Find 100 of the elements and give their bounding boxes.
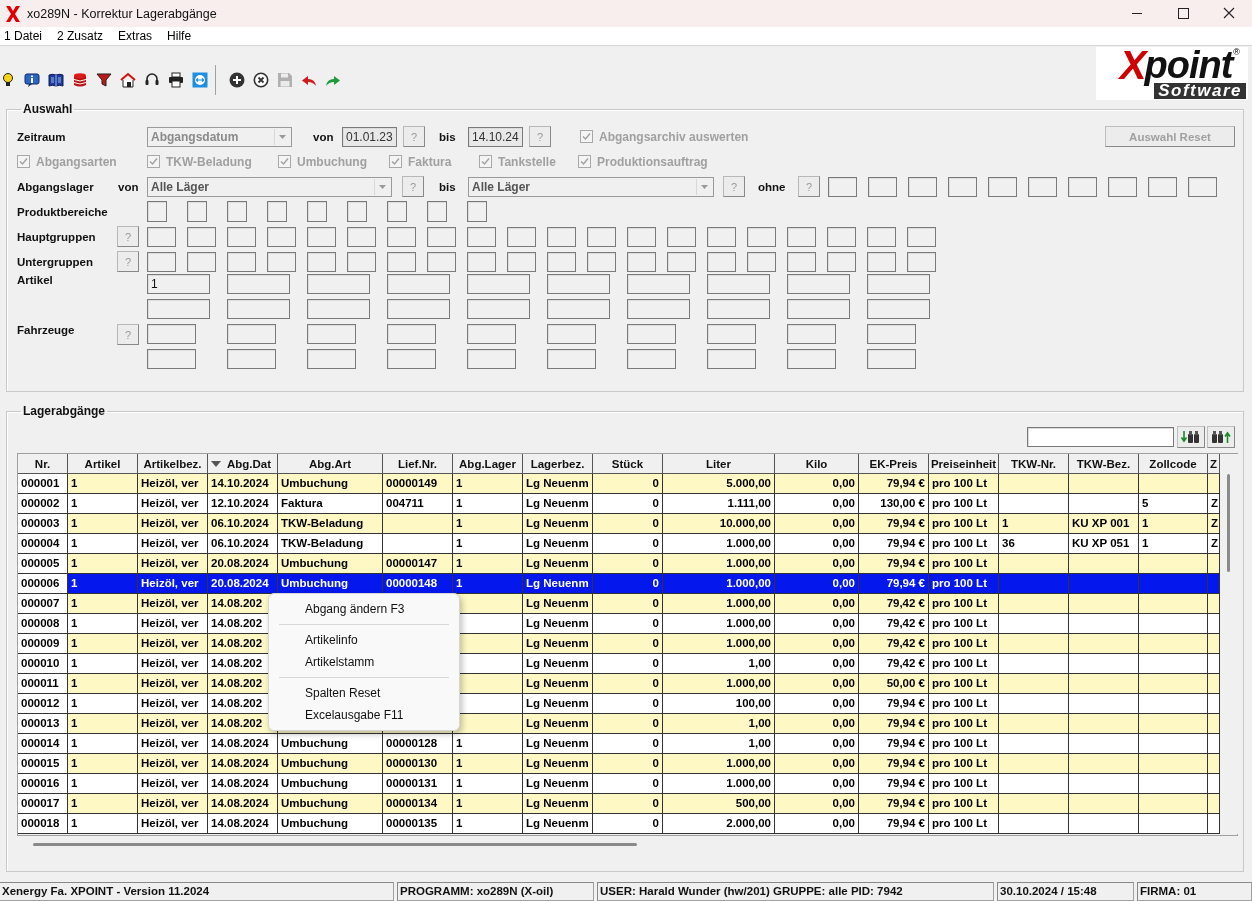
input-field[interactable] — [547, 251, 576, 272]
column-header[interactable]: Z — [1208, 454, 1220, 474]
input-field[interactable] — [307, 274, 370, 294]
column-header[interactable]: Lief.Nr. — [383, 454, 453, 474]
column-header[interactable]: TKW-Nr. — [999, 454, 1069, 474]
input-field[interactable] — [467, 299, 530, 319]
input-field[interactable] — [747, 226, 776, 247]
input-field[interactable] — [867, 274, 930, 294]
input-field[interactable] — [907, 226, 936, 247]
input-field[interactable] — [627, 324, 676, 344]
input-field[interactable] — [387, 251, 416, 272]
book-icon[interactable] — [48, 72, 64, 88]
input-field[interactable] — [147, 299, 210, 319]
input-field[interactable] — [387, 226, 416, 247]
input-field[interactable] — [707, 274, 770, 294]
arrows-square-icon[interactable] — [192, 72, 208, 88]
input-field[interactable] — [307, 251, 336, 272]
input-field[interactable] — [347, 226, 376, 247]
funnel-icon[interactable] — [96, 72, 112, 88]
input-field[interactable] — [787, 349, 836, 369]
input-field[interactable] — [387, 274, 450, 294]
input-field[interactable] — [307, 226, 336, 247]
input-field[interactable] — [707, 324, 756, 344]
menu-item[interactable]: 2 Zusatz — [56, 29, 105, 43]
input-field[interactable] — [787, 299, 850, 319]
scrollbar-thumb[interactable] — [33, 843, 637, 846]
input-field[interactable]: 1 — [147, 274, 210, 294]
input-field[interactable] — [707, 226, 736, 247]
input-field[interactable] — [187, 201, 207, 222]
input-field[interactable] — [787, 226, 816, 247]
database-icon[interactable] — [72, 72, 88, 88]
column-header[interactable]: EK-Preis — [859, 454, 929, 474]
input-field[interactable] — [387, 299, 450, 319]
input-field[interactable] — [467, 201, 487, 222]
input-field[interactable] — [787, 274, 850, 294]
input-field[interactable] — [147, 349, 196, 369]
column-header[interactable]: Artikel — [68, 454, 138, 474]
input-field[interactable] — [627, 251, 656, 272]
input-field[interactable] — [307, 299, 370, 319]
input-field[interactable] — [227, 226, 256, 247]
lightbulb-icon[interactable] — [0, 72, 16, 88]
input-field[interactable] — [1108, 176, 1137, 197]
input-field[interactable] — [707, 251, 736, 272]
input-field[interactable] — [667, 251, 696, 272]
input-field[interactable] — [867, 226, 896, 247]
input-field[interactable] — [467, 324, 516, 344]
input-field[interactable] — [267, 251, 296, 272]
menu-item[interactable]: Extras — [117, 29, 154, 43]
input-field[interactable] — [467, 226, 496, 247]
column-header[interactable]: Abg.Dat — [208, 454, 278, 474]
input-field[interactable] — [707, 299, 770, 319]
input-field[interactable] — [147, 324, 196, 344]
input-field[interactable] — [627, 226, 656, 247]
input-field[interactable] — [307, 324, 356, 344]
input-field[interactable] — [147, 251, 176, 272]
column-header[interactable]: Abg.Art — [278, 454, 383, 474]
input-field[interactable] — [187, 251, 216, 272]
input-field[interactable] — [827, 251, 856, 272]
input-field[interactable] — [627, 349, 676, 369]
input-field[interactable] — [347, 251, 376, 272]
column-header[interactable]: Kilo — [775, 454, 859, 474]
menu-item[interactable]: Hilfe — [166, 29, 193, 43]
input-field[interactable] — [867, 349, 916, 369]
input-field[interactable] — [387, 324, 436, 344]
column-header[interactable]: Abg.Lager — [453, 454, 523, 474]
input-field[interactable] — [868, 176, 897, 197]
input-field[interactable] — [907, 251, 936, 272]
column-header[interactable]: TKW-Bez. — [1069, 454, 1139, 474]
input-field[interactable] — [627, 299, 690, 319]
input-field[interactable] — [387, 349, 436, 369]
input-field[interactable] — [587, 226, 616, 247]
input-field[interactable] — [908, 176, 937, 197]
input-field[interactable] — [627, 274, 690, 294]
cancel-icon[interactable] — [253, 72, 269, 88]
input-field[interactable] — [547, 274, 610, 294]
dropdown[interactable]: Alle Läger — [147, 176, 392, 197]
column-header[interactable]: Preiseinheit — [929, 454, 999, 474]
input-field[interactable] — [267, 226, 296, 247]
input-field[interactable] — [828, 176, 857, 197]
menu-item[interactable]: 1 Datei — [3, 29, 44, 43]
input-field[interactable] — [667, 226, 696, 247]
column-header[interactable]: Nr. — [18, 454, 68, 474]
input-field[interactable] — [187, 226, 216, 247]
input-field[interactable] — [307, 349, 356, 369]
input-field[interactable] — [1148, 176, 1177, 197]
input-field[interactable]: 01.01.23 — [342, 126, 397, 147]
input-field[interactable] — [988, 176, 1017, 197]
dropdown[interactable]: Alle Läger — [468, 176, 714, 197]
input-field[interactable] — [507, 251, 536, 272]
input-field[interactable] — [707, 349, 756, 369]
column-header[interactable]: Artikelbez. — [138, 454, 208, 474]
input-field[interactable] — [467, 274, 530, 294]
input-field[interactable] — [227, 251, 256, 272]
headset-icon[interactable] — [144, 72, 160, 88]
input-field[interactable] — [227, 299, 290, 319]
input-field[interactable] — [227, 349, 276, 369]
input-field[interactable] — [547, 349, 596, 369]
house-icon[interactable] — [120, 72, 136, 88]
input-field[interactable] — [467, 251, 496, 272]
input-field[interactable] — [867, 299, 930, 319]
